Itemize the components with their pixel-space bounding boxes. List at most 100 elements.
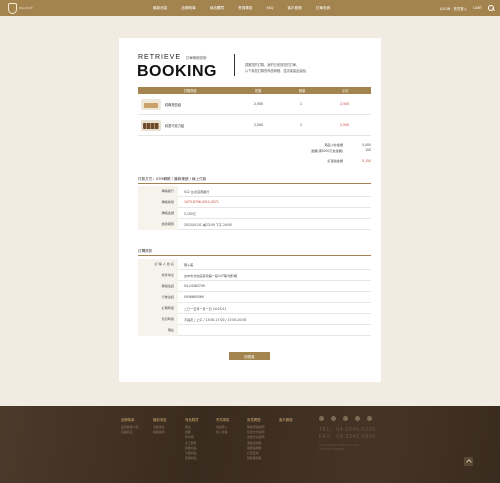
- footer-column-title[interactable]: 商品購買: [185, 417, 199, 422]
- totals-row: 運費(滿3000元免運費) 150: [269, 148, 371, 154]
- product-thumbnail[interactable]: [141, 119, 161, 131]
- table-row: 訂 購 人 姓 名 陳小美: [138, 258, 371, 270]
- contact-info: TEL：04-2245-6300 FAX：04-2245-6800 servic…: [319, 427, 379, 452]
- back-to-top-icon[interactable]: [464, 457, 473, 466]
- footer-column-title[interactable]: 會員專區: [216, 417, 230, 422]
- field-value: 04-24363749: [184, 284, 205, 288]
- order-section-title: 訂購資訊: [138, 249, 153, 253]
- table-row: 轉帳銀行 012 台北富邦銀行: [138, 185, 371, 197]
- grand-total-row: 訂單總金額 5,150: [269, 158, 371, 164]
- table-row: 聯絡電話 04-24363749: [138, 280, 371, 292]
- field-label: 訂 購 人 姓 名: [138, 258, 178, 270]
- product-subtotal: 2,500: [340, 123, 350, 127]
- field-label: 轉帳銀行: [138, 185, 178, 197]
- product-table: 訂購商品 售價 數量 小計 精緻禮盒組 2,500 1 2,500 精選巧克力組…: [138, 87, 371, 136]
- nav-item-member[interactable]: 會員專區: [238, 0, 252, 16]
- field-value: 不指定 / 上午 / 13:00-17:00 / 17:00-20:00: [184, 317, 247, 322]
- nav-item-news[interactable]: 最新消息: [153, 0, 167, 16]
- product-name[interactable]: 精選巧克力組: [165, 123, 184, 128]
- footer-column-title[interactable]: 常見問題: [247, 417, 264, 422]
- field-value: 012 台北富邦銀行: [184, 189, 210, 194]
- field-value: 1470-8796-4512-0071: [184, 200, 219, 204]
- field-label: 轉帳金額: [138, 207, 178, 219]
- fax: FAX：04-2245-6800: [319, 434, 376, 440]
- brand-logo[interactable]: WALNUT: [8, 2, 44, 14]
- copyright: © WALNUT BAKERY: [319, 448, 345, 451]
- footer-column: 會員專區 會員登入 加入會員: [216, 417, 230, 435]
- page-kicker: RETRIEVE 訂單明細查詢: [138, 54, 206, 61]
- google-plus-icon[interactable]: [343, 416, 348, 421]
- footer-link[interactable]: 媒體報導: [153, 430, 167, 435]
- product-price: 2,500: [254, 102, 264, 106]
- field-label: 訂購時間: [138, 302, 178, 314]
- payment-table: 轉帳銀行 012 台北富邦銀行 轉帳帳號 1470-8796-4512-0071…: [138, 185, 371, 230]
- social-links: [319, 416, 372, 421]
- table-row: 行動電話 0936663569: [138, 291, 371, 303]
- section-divider: [138, 255, 371, 256]
- search-icon[interactable]: [488, 4, 495, 12]
- field-value: 5,150元: [184, 211, 196, 216]
- footer-column: 最新消息 活動消息 媒體報導: [153, 417, 167, 435]
- field-value: 0936663569: [184, 295, 204, 299]
- product-qty: 1: [300, 123, 303, 127]
- back-home-button[interactable]: 回首頁: [229, 352, 270, 360]
- section-divider: [138, 183, 371, 184]
- footer-link[interactable]: 運送方式說明: [247, 435, 264, 440]
- totals-label: 運費(滿3000元免運費): [311, 148, 343, 153]
- login-link[interactable]: LOGIN · 會員登入: [440, 6, 467, 11]
- order-totals: 商品小計金額 5,000 運費(滿3000元免運費) 150 訂單總金額 5,1…: [269, 142, 371, 164]
- totals-value: 150: [365, 148, 371, 153]
- footer-link[interactable]: 隱私權政策: [247, 456, 264, 461]
- facebook-icon[interactable]: [319, 416, 324, 421]
- order-info-table: 訂 購 人 姓 名 陳小美 收件地址 台中市北屯區崇德路一段147巷3號2樓 聯…: [138, 258, 371, 336]
- cart-link[interactable]: CART: [473, 6, 482, 10]
- footer-column-title[interactable]: 品牌故事: [121, 417, 138, 422]
- intro-text: 感謝您的訂購，我們已收到您的訂單， 以下為您訂購的商品明細，並請保留此頁面。: [245, 62, 375, 74]
- nav-item-faq[interactable]: FAQ: [267, 0, 274, 16]
- col-product: 訂購商品: [184, 89, 197, 93]
- nav-tools: LOGIN · 會員登入 CART: [440, 0, 495, 16]
- nav-item-story[interactable]: 品牌故事: [181, 0, 195, 16]
- product-name[interactable]: 精緻禮盒組: [165, 102, 181, 107]
- footer-link[interactable]: 限量商品: [185, 456, 199, 461]
- product-qty: 1: [300, 102, 303, 106]
- top-navigation-bar: WALNUT 最新消息 品牌故事 商品購買 會員專區 FAQ 客戶服務 訂單查詢…: [0, 0, 500, 16]
- field-label: 收件地址: [138, 269, 178, 281]
- col-price: 售價: [255, 89, 262, 93]
- footer-column-title[interactable]: 客戶服務: [279, 417, 293, 422]
- totals-value: 5,000: [362, 142, 371, 147]
- field-label: 轉帳帳號: [138, 196, 178, 208]
- twitter-icon[interactable]: [331, 416, 336, 421]
- field-label: 繳款期限: [138, 218, 178, 230]
- field-value: 台中市北屯區崇德路一段147巷3號2樓: [184, 273, 238, 278]
- footer-link[interactable]: 加入會員: [216, 430, 230, 435]
- product-thumbnail[interactable]: [141, 98, 161, 110]
- field-value: 二〇一五年一月一日 14:25:11: [184, 306, 227, 311]
- page-title: BOOKING: [137, 63, 217, 80]
- field-label: 聯絡電話: [138, 280, 178, 292]
- instagram-icon[interactable]: [355, 416, 360, 421]
- table-row: 收件地址 台中市北屯區崇德路一段147巷3號2樓: [138, 269, 371, 281]
- telephone: TEL：04-2245-6300: [319, 427, 376, 433]
- nav-item-service[interactable]: 客戶服務: [287, 0, 301, 16]
- title-divider: [234, 54, 235, 76]
- table-row: 精緻禮盒組 2,500 1 2,500: [138, 94, 371, 115]
- nav-item-order[interactable]: 訂單查詢: [316, 0, 330, 16]
- table-row: 到貨時間 不指定 / 上午 / 13:00-17:00 / 17:00-20:0…: [138, 313, 371, 325]
- col-qty: 數量: [299, 89, 306, 93]
- table-row: 轉帳帳號 1470-8796-4512-0071: [138, 196, 371, 208]
- product-subtotal: 2,500: [340, 102, 350, 106]
- footer-column: 商品購買 禮盒 蛋糕 伴手禮 手工餅乾 節慶商品 冷藏商品 限量商品: [185, 417, 199, 461]
- field-value: 陳小美: [184, 262, 194, 267]
- nav-item-shop[interactable]: 商品購買: [210, 0, 224, 16]
- table-row: 備註: [138, 324, 371, 336]
- payment-section-title: 付款方式：ATM轉帳 / 匯款帳號 / 線上付款: [138, 177, 207, 181]
- product-table-header: 訂購商品 售價 數量 小計: [138, 87, 371, 94]
- logo-text: WALNUT: [19, 5, 33, 10]
- mail-icon[interactable]: [367, 416, 372, 421]
- footer-column: 品牌故事 品牌故事介紹 店鋪資訊: [121, 417, 138, 435]
- footer-link[interactable]: 店鋪資訊: [121, 430, 138, 435]
- footer-column-title[interactable]: 最新消息: [153, 417, 167, 422]
- field-value: 2015/01/31 前23:59 下午 24:00: [184, 222, 232, 227]
- field-label: 備註: [138, 324, 178, 336]
